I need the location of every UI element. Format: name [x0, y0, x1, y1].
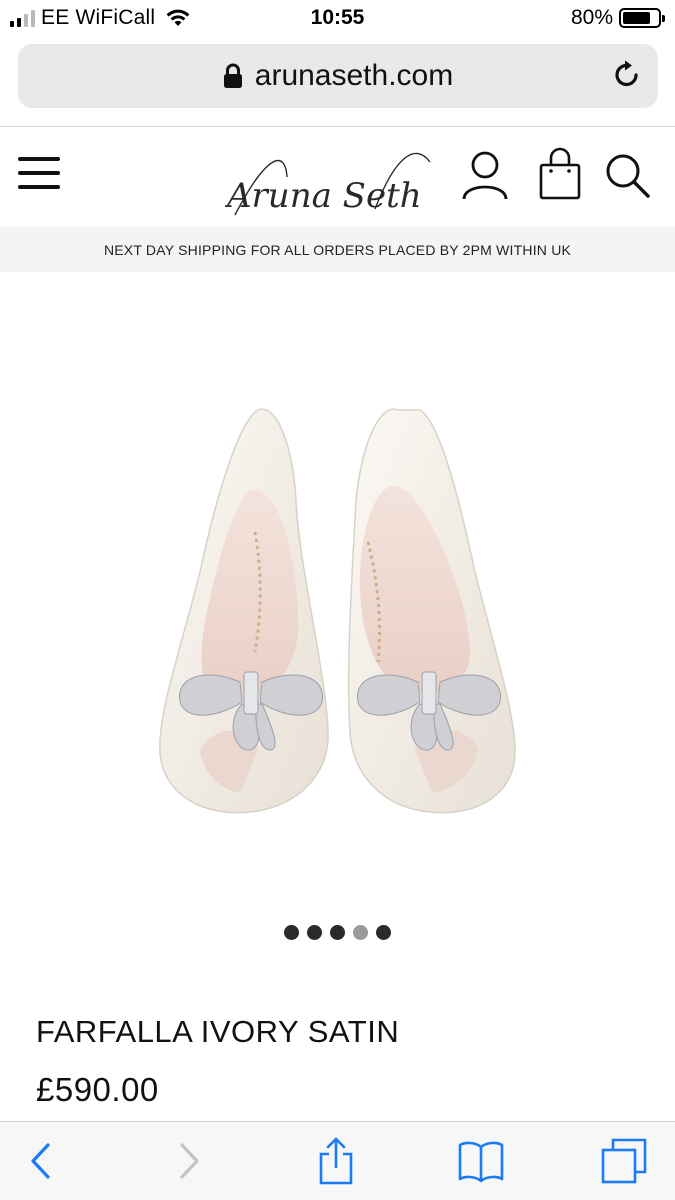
product-image[interactable]: [0, 272, 675, 912]
shopping-bag-icon[interactable]: [538, 147, 582, 201]
left-shoe: [159, 408, 329, 814]
tabs-button[interactable]: [600, 1136, 648, 1186]
lock-icon: [223, 63, 242, 88]
bookmarks-button[interactable]: [455, 1136, 507, 1186]
site-header: Aruna Seth: [0, 127, 675, 227]
brand-logo[interactable]: Aruna Seth: [225, 137, 455, 227]
carousel-dot[interactable]: [376, 925, 391, 940]
browser-toolbar: [0, 1121, 675, 1200]
shipping-banner: NEXT DAY SHIPPING FOR ALL ORDERS PLACED …: [0, 227, 675, 272]
carousel-dot[interactable]: [307, 925, 322, 940]
bookmarks-icon: [458, 1141, 504, 1183]
forward-button[interactable]: [170, 1136, 210, 1186]
back-button[interactable]: [20, 1136, 60, 1186]
status-right: 80%: [570, 6, 665, 30]
carousel-dot[interactable]: [353, 925, 368, 940]
forward-chevron-icon: [180, 1143, 199, 1179]
carousel-dot[interactable]: [284, 925, 299, 940]
url-domain: arunaseth.com: [254, 59, 454, 92]
battery-percent: 80%: [570, 6, 613, 29]
back-chevron-icon: [31, 1143, 50, 1179]
reload-icon[interactable]: [610, 58, 644, 92]
product-name: FARFALLA IVORY SATIN: [36, 1014, 400, 1049]
status-bar: EE WiFiCall 10:55 80%: [0, 0, 675, 38]
tabs-icon: [601, 1138, 647, 1184]
share-icon: [319, 1137, 353, 1185]
share-button[interactable]: [314, 1136, 358, 1186]
hamburger-menu-icon[interactable]: [18, 157, 60, 193]
search-icon[interactable]: [603, 151, 651, 199]
product-price: £590.00: [36, 1071, 159, 1108]
address-bar[interactable]: arunaseth.com: [18, 44, 658, 108]
carousel-dots[interactable]: [0, 925, 675, 940]
carousel-dot[interactable]: [330, 925, 345, 940]
battery-icon: [619, 8, 665, 28]
user-icon[interactable]: [460, 149, 510, 201]
right-shoe: [347, 408, 516, 814]
